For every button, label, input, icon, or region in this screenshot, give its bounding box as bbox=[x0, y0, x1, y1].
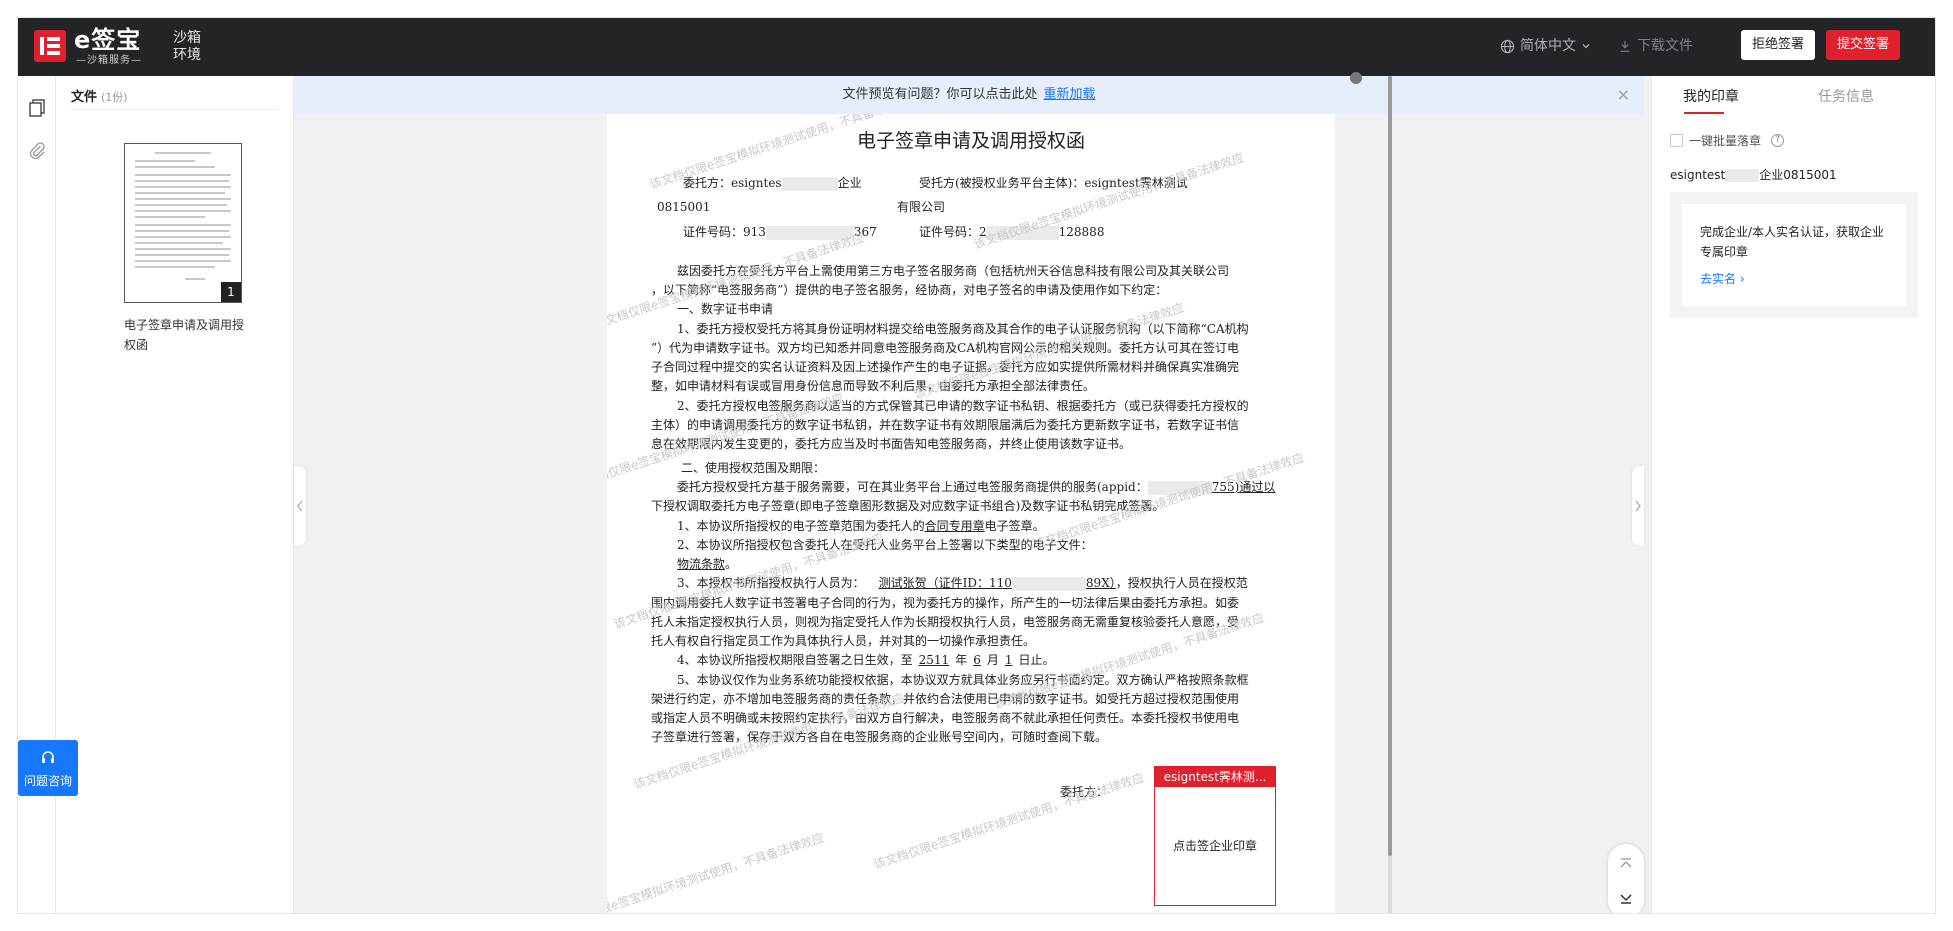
file-list-panel: 文件 (1份) 1 电子签章申请及调用授权函 bbox=[56, 76, 294, 913]
reject-sign-button[interactable]: 拒绝签署 bbox=[1741, 30, 1815, 60]
brand-name: e签宝 bbox=[74, 26, 142, 54]
help-consult-button[interactable]: 问题咨询 bbox=[18, 740, 78, 796]
doc-line: 1、委托方授权受托方将其身份证明材料提交给电签服务商及其合作的电子认证服务机构（… bbox=[677, 322, 1249, 336]
active-tab-indicator bbox=[1684, 112, 1724, 114]
tab-task-info[interactable]: 任务信息 bbox=[1818, 86, 1874, 106]
file-name[interactable]: 电子签章申请及调用授权函 bbox=[124, 315, 249, 355]
go-verify-link[interactable]: 去实名 › bbox=[1700, 270, 1745, 287]
watermark: 该文档仅限e签宝模拟环境测试使用，不具备法律效应 bbox=[971, 150, 1246, 252]
globe-icon bbox=[1500, 39, 1515, 53]
esign-logo-icon bbox=[34, 30, 66, 62]
viewer-scrollbar[interactable] bbox=[1388, 76, 1392, 913]
document-title: 电子签章申请及调用授权函 bbox=[856, 130, 1085, 152]
app-window: e签宝 —沙箱服务— 沙箱环境 简体中文 下载文件 拒绝签署 提交签署 文件 (1… bbox=[18, 18, 1935, 913]
doc-line: 子签章进行签署，保存于双方各自在电签服务商的企业账号空间内，可随时查阅下载。 bbox=[651, 730, 1108, 744]
doc-line: 5、本协议仅作为业务系统功能授权依据，本协议双方就具体业务应另行书面约定。双方确… bbox=[677, 673, 1249, 687]
tab-my-seals[interactable]: 我的印章 bbox=[1683, 86, 1739, 106]
env-label: 沙箱环境 bbox=[173, 30, 201, 63]
page-number-badge: 1 bbox=[221, 282, 241, 302]
doc-line: 一、数字证书申请 bbox=[677, 302, 774, 316]
batch-seal-option[interactable]: 一键批量落章 ? bbox=[1670, 132, 1785, 149]
consult-label: 问题咨询 bbox=[23, 774, 72, 788]
seal-signing-area[interactable]: esigntest霁林测... 点击签企业印章 bbox=[1154, 766, 1276, 906]
notice-text: 文件预览有问题？你可以点击此处 bbox=[842, 87, 1038, 102]
reload-notice-bar: 文件预览有问题？你可以点击此处 重新加载 × bbox=[294, 76, 1644, 114]
close-icon[interactable]: × bbox=[1617, 76, 1630, 114]
doc-line: 4、本协议所指授权期限自签署之日生效，至 2511 年 6 月 1 日止。 bbox=[677, 653, 1055, 667]
verify-card-text: 完成企业/本人实名认证，获取企业专属印章 bbox=[1700, 225, 1885, 259]
doc-line: 或指定人员不明确或未按照约定执行，由双方自行解决，电签服务商不就此承担任何责任。… bbox=[651, 711, 1240, 725]
download-file-button[interactable]: 下载文件 bbox=[1618, 36, 1693, 56]
collapse-left-handle[interactable] bbox=[294, 466, 306, 546]
help-icon[interactable]: ? bbox=[1771, 134, 1785, 147]
company-name: esigntest 企业0815001 bbox=[1670, 168, 1837, 182]
doc-line: 2、本协议所指授权包含委托人在受托人业务平台上签署以下类型的电子文件： bbox=[677, 538, 1093, 552]
submit-sign-button[interactable]: 提交签署 bbox=[1826, 30, 1900, 60]
collapse-right-handle[interactable] bbox=[1632, 466, 1644, 546]
brand-subtitle: —沙箱服务— bbox=[76, 55, 142, 66]
file-thumbnail[interactable]: 1 bbox=[124, 143, 242, 303]
scroll-to-bottom-icon[interactable] bbox=[1616, 888, 1636, 908]
doc-line: 下授权调取委托方电子签章(即电子签章图形数据及对应数字证书组合)及数字证书私钥完… bbox=[651, 499, 1165, 513]
doc-line: 整，如申请材料有误或冒用身份信息而导致不利后果，由委托方承担全部法律责任。 bbox=[651, 379, 1096, 393]
sign-box-action[interactable]: 点击签企业印章 bbox=[1155, 837, 1275, 854]
doc-0815001: 0815001 bbox=[657, 200, 711, 214]
status-dot bbox=[1350, 72, 1362, 84]
scroll-to-top-icon[interactable] bbox=[1616, 854, 1636, 874]
language-selector[interactable]: 简体中文 bbox=[1500, 36, 1591, 56]
language-label: 简体中文 bbox=[1520, 38, 1576, 54]
reload-link[interactable]: 重新加载 bbox=[1044, 87, 1096, 102]
document-viewer: 电子签章申请及调用授权函 委托方：esigntes 企业 受托方(被授权业务平台主… bbox=[294, 76, 1644, 913]
file-panel-title: 文件 (1份) bbox=[71, 90, 128, 105]
divider bbox=[71, 109, 279, 110]
doc-line: 托人未指定授权执行人员，则视为指定受托人作为长期授权执行人员，电签服务商无需重复… bbox=[651, 615, 1240, 629]
scrollbar-thumb[interactable] bbox=[1388, 76, 1392, 856]
batch-seal-checkbox[interactable] bbox=[1670, 134, 1683, 147]
download-icon bbox=[1620, 40, 1630, 52]
file-count: (1份) bbox=[101, 91, 128, 104]
doc-line: 托人有权自行指定员工作为具体执行人员，并对其的一切操作承担责任。 bbox=[651, 634, 1036, 648]
batch-seal-label: 一键批量落章 bbox=[1689, 134, 1762, 148]
doc-entrusting: 委托方：esigntes 企业 bbox=[683, 176, 862, 191]
doc-line: 二、使用授权范围及期限： bbox=[681, 461, 826, 475]
chevron-right-icon bbox=[1635, 500, 1641, 512]
doc-line: 物流条款。 bbox=[677, 557, 738, 571]
page-nav-buttons bbox=[1608, 844, 1644, 913]
doc-line: 围内调用委托人数字证书签署电子合同的行为，视为委托方的操作，所产生的一切法律后果… bbox=[651, 596, 1240, 610]
watermark: 该文档仅限e签宝模拟环境测试使用，不具备法律效应 bbox=[607, 830, 826, 913]
headset-icon bbox=[42, 751, 54, 763]
watermark: 该文档仅限e签宝模拟环境测试使用，不具备法律效应 bbox=[871, 770, 1146, 872]
chevron-left-icon bbox=[297, 500, 303, 512]
doc-line: ”）代为申请数字证书。双方均已知悉并同意电签服务商及CA机构官网公示的相关规则。… bbox=[651, 341, 1239, 355]
verify-card: 完成企业/本人实名认证，获取企业专属印章 去实名 › bbox=[1670, 192, 1918, 318]
doc-line: 架进行约定，亦不增加电签服务商的责任条款，并依约合法使用已申请的数字证书。如受托… bbox=[651, 692, 1240, 706]
sign-box-header: esigntest霁林测... bbox=[1155, 767, 1275, 787]
verify-card-inner: 完成企业/本人实名认证，获取企业专属印章 去实名 › bbox=[1682, 204, 1906, 306]
right-panel: 我的印章 任务信息 一键批量落章 ? esigntest 企业0815001 完成… bbox=[1651, 76, 1935, 913]
chevron-down-icon bbox=[1582, 44, 1590, 49]
files-icon[interactable] bbox=[27, 98, 47, 118]
attachment-icon[interactable] bbox=[27, 140, 47, 160]
doc-line: 1、本协议所指授权的电子签章范围为委托人的合同专用章电子签章。 bbox=[677, 519, 1045, 533]
doc-company: 有限公司 bbox=[897, 200, 946, 214]
download-label: 下载文件 bbox=[1637, 38, 1693, 54]
top-bar: e签宝 —沙箱服务— 沙箱环境 简体中文 下载文件 拒绝签署 提交签署 bbox=[18, 18, 1935, 76]
